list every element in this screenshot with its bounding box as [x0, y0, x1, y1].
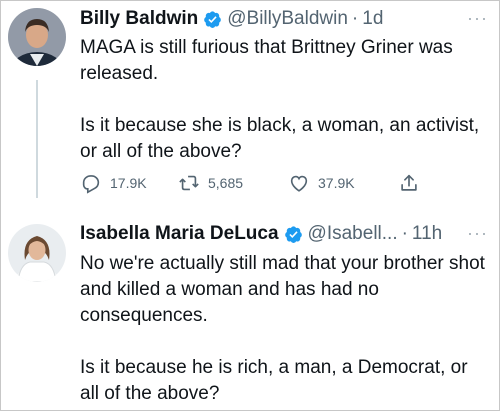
share-icon — [401, 174, 417, 191]
retweet-button[interactable]: 5,685 — [178, 172, 243, 194]
retweet-count: 5,685 — [208, 175, 244, 191]
tweet-header: Isabella Maria DeLuca @Isabell... · 11h — [80, 223, 442, 245]
reply-count: 17.9K — [110, 175, 147, 191]
avatar-image — [8, 224, 66, 282]
tweet-header: Billy Baldwin @BillyBaldwin · 1d — [80, 8, 383, 30]
more-options-icon[interactable]: ··· — [467, 223, 488, 244]
author-name[interactable]: Isabella Maria DeLuca — [80, 223, 279, 245]
author-handle[interactable]: @BillyBaldwin — [227, 8, 348, 30]
more-options-icon[interactable]: ··· — [467, 8, 488, 29]
avatar[interactable] — [8, 8, 66, 66]
tweet-billy-baldwin[interactable]: Billy Baldwin @BillyBaldwin · 1d ··· MAG… — [0, 0, 500, 200]
verified-badge-icon — [284, 225, 302, 243]
tweet-isabella-deluca[interactable]: Isabella Maria DeLuca @Isabell... · 11h … — [0, 200, 500, 411]
heart-icon — [290, 175, 308, 192]
share-button[interactable] — [398, 172, 420, 194]
timestamp[interactable]: 11h — [412, 223, 442, 245]
verified-badge-icon — [204, 10, 222, 28]
tweet-paragraph: Is it because he is rich, a man, a Democ… — [80, 357, 468, 404]
like-button[interactable]: 37.9K — [288, 172, 355, 194]
action-bar: 17.9K 5,685 37.9K — [80, 172, 420, 196]
tweet-text: No we're actually still mad that your br… — [80, 251, 485, 407]
author-handle[interactable]: @Isabell... — [308, 223, 398, 245]
thread-connector-line — [36, 80, 38, 198]
tweet-paragraph: No we're actually still mad that your br… — [80, 253, 485, 326]
tweet-text: MAGA is still furious that Brittney Grin… — [80, 35, 485, 165]
avatar[interactable] — [8, 224, 66, 282]
author-name[interactable]: Billy Baldwin — [80, 8, 198, 30]
separator-dot: · — [401, 223, 408, 244]
timestamp[interactable]: 1d — [362, 8, 383, 30]
retweet-icon — [179, 175, 199, 191]
tweet-paragraph: Is it because she is black, a woman, an … — [80, 115, 480, 162]
reply-button[interactable]: 17.9K — [80, 172, 147, 194]
reply-icon — [82, 175, 100, 194]
tweet-paragraph: MAGA is still furious that Brittney Grin… — [80, 37, 453, 84]
avatar-image — [8, 8, 66, 66]
separator-dot: · — [351, 8, 359, 29]
like-count: 37.9K — [318, 175, 355, 191]
